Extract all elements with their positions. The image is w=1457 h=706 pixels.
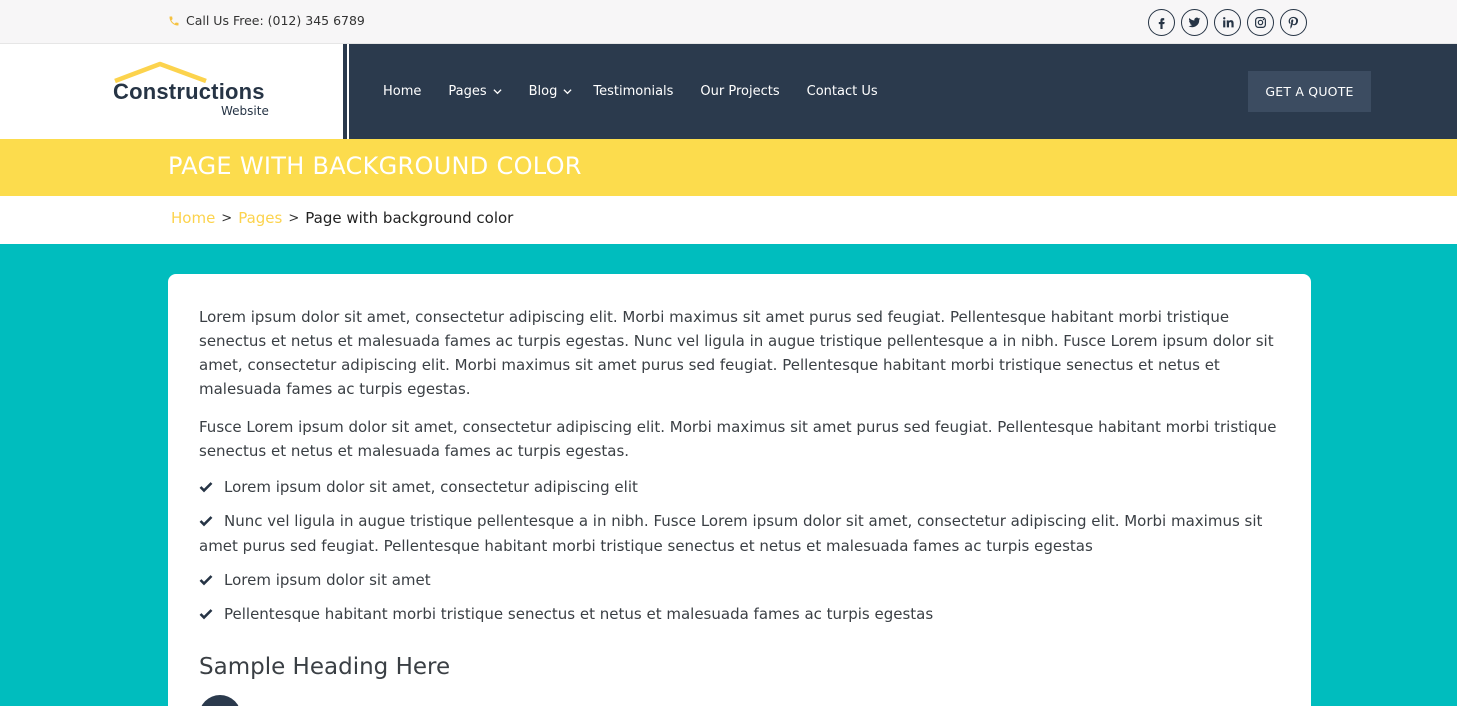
checkmark-icon [199,575,213,586]
logo[interactable]: Constructions Website [0,44,343,139]
breadcrumb-pages-link[interactable]: Pages [238,209,282,227]
phone-contact[interactable]: Call Us Free: (012) 345 6789 [168,13,365,28]
chevron-down-icon [493,89,502,95]
breadcrumb-separator: > [288,210,300,226]
nav-projects-label: Our Projects [700,84,780,99]
list-item-text: Pellentesque habitant morbi tristique se… [224,605,934,623]
checkmark-icon [199,516,213,527]
list-item-text: Lorem ipsum dolor sit amet [224,571,431,589]
nav-home[interactable]: Home [383,84,421,99]
get-a-quote-button[interactable]: GET A QUOTE [1248,71,1371,112]
logo-subtitle: Website [221,104,269,118]
main-nav: Home Pages Blog Testimonials Our Project… [383,44,905,139]
phone-icon [169,16,179,25]
paragraph-2: Fusce Lorem ipsum dolor sit amet, consec… [199,418,1277,460]
top-bar: Call Us Free: (012) 345 6789 [0,0,1457,44]
nav-testimonials-label: Testimonials [593,84,674,99]
site-header: Constructions Website Home Pages Blog Te… [0,44,1457,139]
checkmark-icon [199,482,213,493]
checkmark-icon [199,609,213,620]
nav-blog-label: Blog [528,84,558,99]
pinterest-icon[interactable] [1280,9,1307,36]
list-item-text: Nunc vel ligula in augue tristique pelle… [199,512,1263,555]
social-links [1148,9,1307,36]
page-title-band: PAGE WITH BACKGROUND COLOR [0,139,1457,196]
nav-pages[interactable]: Pages [448,84,502,99]
header-divider [343,44,353,139]
checklist: Lorem ipsum dolor sit amet, consectetur … [199,475,1284,636]
list-item: Nunc vel ligula in augue tristique pelle… [199,509,1284,559]
chevron-down-icon [563,89,572,95]
nav-pages-label: Pages [448,84,487,99]
nav-contact-label: Contact Us [806,84,878,99]
list-item: Pellentesque habitant morbi tristique se… [199,602,1284,627]
page-title: PAGE WITH BACKGROUND COLOR [168,152,582,180]
list-item-text: Lorem ipsum dolor sit amet, consectetur … [224,478,638,496]
breadcrumb-current: Page with background color [305,209,514,227]
nav-our-projects[interactable]: Our Projects [700,84,779,99]
nav-home-label: Home [383,84,422,99]
phone-text: Call Us Free: (012) 345 6789 [186,13,365,28]
circle-icon [199,695,241,706]
paragraph-1: Lorem ipsum dolor sit amet, consectetur … [199,308,1274,398]
breadcrumb: Home > Pages > Page with background colo… [0,196,1457,244]
linkedin-icon[interactable] [1214,9,1241,36]
content-card: Lorem ipsum dolor sit amet, consectetur … [168,274,1311,706]
list-item: Lorem ipsum dolor sit amet [199,568,1284,593]
logo-title: Constructions [113,79,265,104]
breadcrumb-home-link[interactable]: Home [171,209,215,227]
breadcrumb-trail: Home > Pages > Page with background colo… [171,209,513,227]
nav-testimonials[interactable]: Testimonials [593,84,673,99]
breadcrumb-separator: > [221,210,233,226]
list-item: Lorem ipsum dolor sit amet, consectetur … [199,475,1284,500]
instagram-icon[interactable] [1247,9,1274,36]
nav-blog[interactable]: Blog [529,84,573,99]
twitter-icon[interactable] [1181,9,1208,36]
facebook-icon[interactable] [1148,9,1175,36]
sample-heading: Sample Heading Here [199,654,451,680]
nav-contact-us[interactable]: Contact Us [807,84,878,99]
